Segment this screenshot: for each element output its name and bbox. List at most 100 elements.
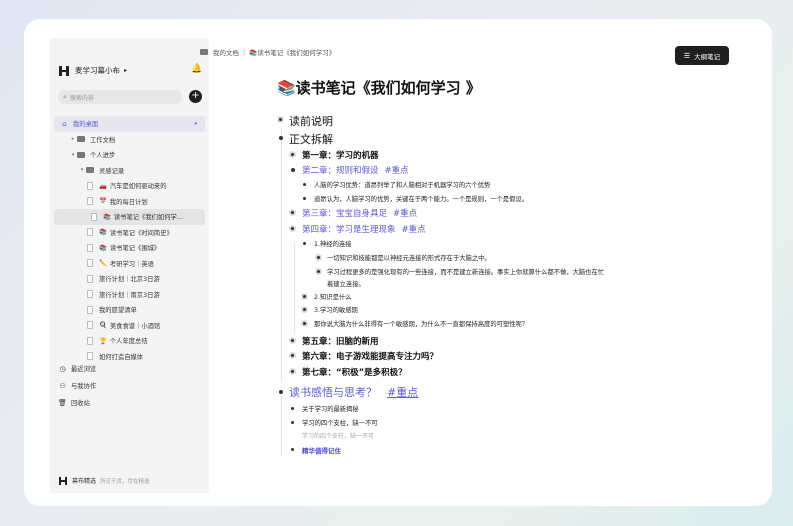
bullet[interactable]: [279, 136, 283, 140]
collapsed-bullet[interactable]: [301, 306, 308, 313]
watermark: ✿ DreamCoders: [612, 482, 734, 500]
outline-node[interactable]: 2.知识是什么: [301, 292, 352, 301]
search-icon: ⌕: [63, 92, 67, 101]
outline-node[interactable]: 第一章：学习的机器: [289, 149, 379, 161]
featured-link[interactable]: 幕布精选 所见干货，尽在精选: [59, 476, 150, 485]
collapsed-bullet[interactable]: [301, 320, 308, 327]
sidebar-item[interactable]: ▾ 个人进步: [50, 147, 209, 163]
outline-node[interactable]: 第六章：电子游戏能提高专注力吗？: [289, 350, 438, 362]
emoji-icon: 📚: [103, 213, 111, 221]
collapsed-bullet[interactable]: [289, 151, 296, 158]
bell-icon[interactable]: 🔔: [191, 64, 202, 74]
collapsed-bullet[interactable]: [289, 209, 296, 216]
breadcrumb-root[interactable]: 我的文档: [213, 47, 239, 57]
document-icon: [91, 212, 97, 221]
tag-link[interactable]: #重点: [402, 223, 426, 235]
sidebar-item[interactable]: 📚 读书笔记《围城》: [50, 240, 209, 256]
outline-note-button[interactable]: ☰ 大纲笔记: [675, 46, 729, 65]
document-icon: [87, 336, 93, 345]
expand-toggle-icon[interactable]: ▾: [78, 167, 86, 173]
sidebar-item[interactable]: 旅行计划｜南京3日游: [50, 287, 209, 303]
emoji-icon: 📚: [99, 244, 107, 252]
bullet[interactable]: [303, 242, 306, 245]
collapsed-bullet[interactable]: [315, 254, 322, 261]
chevron-down-icon[interactable]: ▾: [194, 121, 197, 127]
document-title[interactable]: 📚读书笔记《我们如何学习 》: [277, 77, 481, 98]
outline-node[interactable]: 学习的四个支柱，缺一不可: [291, 418, 378, 427]
outline-node[interactable]: 迪昂认为，人脑学习的优势，关键在于两个能力。一个是规则，一个是假设。: [303, 194, 528, 203]
tag-link[interactable]: #重点: [385, 164, 409, 176]
bullet[interactable]: [291, 421, 294, 424]
expand-toggle-icon[interactable]: ▾: [69, 152, 77, 158]
expand-toggle-icon[interactable]: ▸: [69, 136, 77, 142]
node-text: 正文拆解: [289, 133, 333, 146]
sidebar-item-label: 旅行计划｜南京3日游: [99, 291, 160, 299]
sidebar-item-label: 读书笔记《时间简史》: [109, 229, 173, 237]
sidebar-item[interactable]: 📚 读书笔记《我们如何学…: [54, 209, 205, 225]
outline-node[interactable]: 第四章：学习是生理现象 #重点: [289, 223, 426, 235]
outline-node[interactable]: 3.学习的敏感期: [301, 305, 358, 314]
sidebar-item[interactable]: 我的愿望清单: [50, 302, 209, 318]
collapsed-bullet[interactable]: [301, 293, 308, 300]
bullet[interactable]: [291, 407, 294, 410]
sidebar-item[interactable]: ⌂ 我的桌面 ▾: [54, 116, 205, 132]
sidebar-item-trash[interactable]: 🗑 回收站: [58, 394, 96, 411]
sidebar-item[interactable]: 📅 我的每日计划: [50, 194, 209, 210]
sidebar-item[interactable]: 旅行计划｜北京3日游: [50, 271, 209, 287]
file-tree: ⌂ 我的桌面 ▾ ▸ 工作文档 ▾ 个人进步 ▾ 灵感记录 🚗 汽车是如何驱动来的 📅 我的每日计划 📚 读…: [50, 116, 209, 364]
workspace-switcher[interactable]: 麦学习幕小布 ▸: [59, 65, 127, 76]
outline-node[interactable]: 读书感悟与思考？ #重点: [279, 384, 418, 400]
sidebar-bottom-nav: ◷ 最近浏览 ⚇ 与我协作 🗑 回收站: [58, 360, 96, 411]
outline-node[interactable]: 读前说明: [277, 113, 333, 129]
sidebar-item-recent[interactable]: ◷ 最近浏览: [58, 360, 96, 377]
node-text: 2.知识是什么: [314, 294, 352, 301]
sidebar-item-label: 考研学习｜英语: [109, 260, 154, 268]
outline-node[interactable]: 第二章：规则和假设 #重点: [291, 164, 409, 176]
node-text: 关于学习的最新揭秘: [302, 406, 359, 413]
outline-node[interactable]: 关于学习的最新揭秘: [291, 404, 359, 413]
node-text: 第三章：宝宝自身具足: [302, 209, 388, 219]
tag-link[interactable]: #重点: [387, 384, 418, 400]
sidebar-item[interactable]: ▾ 灵感记录: [50, 163, 209, 179]
sidebar-item-shared[interactable]: ⚇ 与我协作: [58, 377, 96, 394]
sidebar-item[interactable]: 📚 读书笔记《时间简史》: [50, 225, 209, 241]
bullet[interactable]: [291, 448, 294, 451]
emoji-icon: 📚: [99, 229, 107, 237]
bullet[interactable]: [291, 168, 295, 172]
outline-node[interactable]: 那你说大脑为什么非得有一个敏感期，为什么不一直都保持高度的可塑性呢？: [301, 319, 528, 328]
add-button[interactable]: +: [189, 90, 202, 103]
emoji-icon: 🏆: [99, 337, 107, 345]
outline-node[interactable]: 第五章：旧脑的新用: [289, 335, 379, 347]
document-icon: [87, 243, 93, 252]
collapsed-bullet[interactable]: [289, 368, 296, 375]
emoji-icon: 🍳: [99, 322, 107, 330]
sidebar-item[interactable]: 🍳 美食食谱｜小酒馆: [50, 318, 209, 334]
bullet[interactable]: [303, 197, 306, 200]
outline-node[interactable]: 正文拆解: [279, 131, 333, 147]
sidebar-item[interactable]: 🏆 个人年度总结: [50, 333, 209, 349]
node-note[interactable]: 学习的四个支柱，缺一不可: [302, 431, 374, 440]
sidebar-item[interactable]: ✏️ 考研学习｜英语: [50, 256, 209, 272]
bullet[interactable]: [303, 183, 306, 186]
collapsed-bullet[interactable]: [289, 352, 296, 359]
outline-node[interactable]: 第三章：宝宝自身具足 #重点: [289, 207, 417, 219]
collapsed-bullet[interactable]: [289, 225, 296, 232]
breadcrumb-current[interactable]: 📚读书笔记《我们如何学习》: [249, 47, 335, 57]
sidebar-item-label: 个人年度总结: [109, 338, 148, 346]
outline-node[interactable]: 一切知识和技能都是以神经元连接的形式存在于大脑之中。: [315, 253, 491, 262]
collapsed-bullet[interactable]: [277, 116, 284, 123]
sidebar-item[interactable]: ▸ 工作文档: [50, 132, 209, 148]
outline-node[interactable]: 第七章：“积极”是多积极？: [289, 366, 407, 378]
sidebar-item-label: 与我协作: [71, 383, 97, 390]
collapsed-bullet[interactable]: [315, 268, 322, 275]
workspace-name: 麦学习幕小布: [75, 66, 120, 75]
outline-node[interactable]: 1.神经的连接: [303, 239, 352, 248]
tag-link[interactable]: #重点: [393, 207, 417, 219]
outline-node[interactable]: 学习过程更多的是强化现有的一些连接，而不是建立新连接。事实上你就算什么都不做，大…: [315, 267, 604, 276]
outline-node[interactable]: 人脑的学习优势：道昂列举了和人脑相对于机器学习的六个优势: [303, 180, 490, 189]
outline-node[interactable]: 精华值得记住: [291, 445, 341, 455]
bullet[interactable]: [279, 390, 283, 394]
collapsed-bullet[interactable]: [289, 337, 296, 344]
search-input[interactable]: ⌕ 搜索内容: [58, 90, 182, 104]
sidebar-item[interactable]: 🚗 汽车是如何驱动来的: [50, 178, 209, 194]
